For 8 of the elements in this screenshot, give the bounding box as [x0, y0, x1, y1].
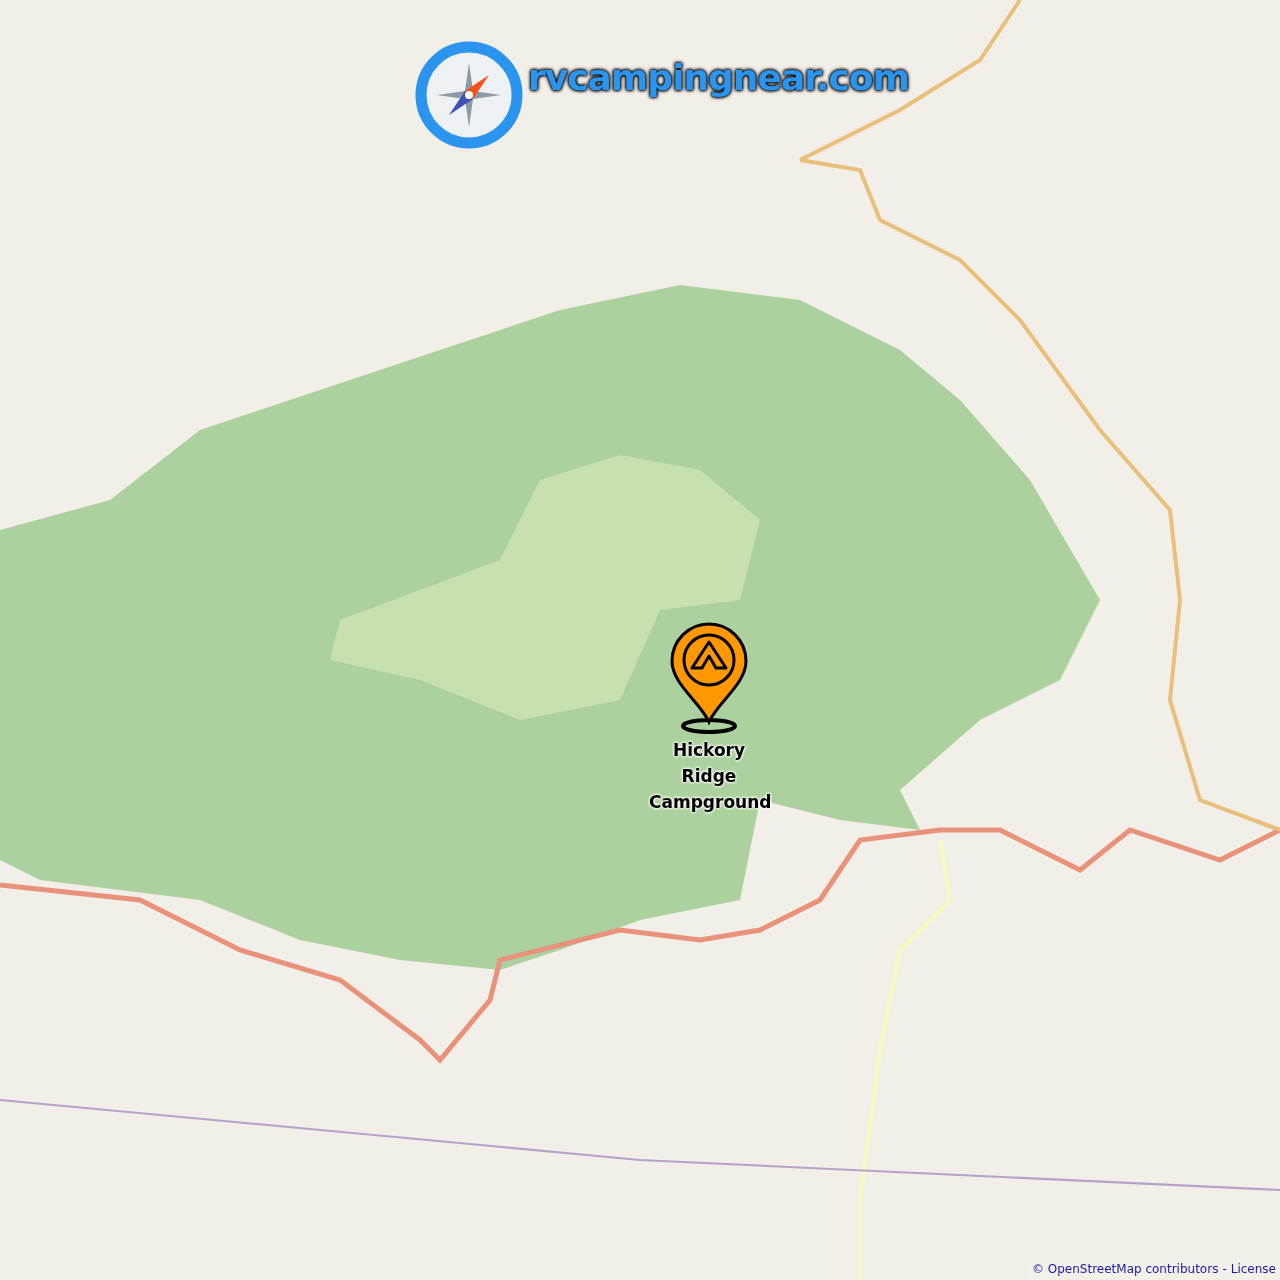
- map-drawing[interactable]: [0, 0, 1280, 1280]
- separator-text: -: [1222, 1261, 1227, 1278]
- site-logo: rvcampingnear.com: [528, 56, 910, 100]
- campground-label: Hickory Ridge Campground: [649, 739, 769, 814]
- license-link[interactable]: License: [1230, 1260, 1276, 1278]
- campground-marker-icon: [670, 622, 748, 734]
- attribution-text: © OpenStreetMap contributors: [1031, 1261, 1219, 1278]
- compass-icon: [415, 41, 523, 149]
